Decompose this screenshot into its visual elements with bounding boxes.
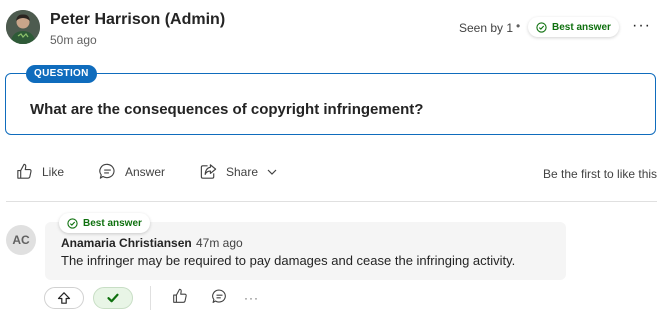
question-title: What are the consequences of copyright i… <box>30 101 424 118</box>
comment-icon <box>99 163 115 179</box>
reply-answer-button[interactable] <box>211 288 228 310</box>
best-answer-badge[interactable]: Best answer <box>528 17 619 37</box>
seen-separator: • <box>516 19 521 33</box>
answer-more-icon[interactable]: ··· <box>244 291 259 305</box>
author-avatar[interactable] <box>6 10 40 44</box>
post-author-name[interactable]: Peter Harrison (Admin) <box>50 11 225 29</box>
post-timestamp: 50m ago <box>50 33 97 47</box>
answer-body: The infringer may be required to pay dam… <box>61 253 516 268</box>
answer-author-avatar[interactable]: AC <box>6 225 36 255</box>
divider <box>6 201 657 202</box>
thumbs-up-icon <box>173 288 187 303</box>
answer-author-name[interactable]: Anamaria Christiansen <box>61 236 192 250</box>
chevron-down-icon <box>267 169 277 175</box>
answer-best-answer-badge: Best answer <box>59 213 150 233</box>
answer-timestamp: 47m ago <box>196 236 243 250</box>
actions-separator <box>150 286 151 310</box>
question-tag: QUESTION <box>26 65 97 83</box>
share-button[interactable]: Share <box>199 162 278 181</box>
answer-button[interactable]: Answer <box>98 162 165 181</box>
seen-by-count[interactable]: Seen by 1 <box>459 21 513 35</box>
answer-label: Answer <box>125 164 166 179</box>
arrow-up-icon <box>57 292 71 304</box>
answer-badge-label: Best answer <box>83 217 142 229</box>
mark-best-answer-button[interactable] <box>93 287 133 309</box>
first-like-prompt: Be the first to like this <box>543 167 658 181</box>
best-answer-label: Best answer <box>552 21 611 33</box>
more-options-icon[interactable]: ··· <box>632 17 651 35</box>
upvote-button[interactable] <box>44 287 84 309</box>
check-circle-icon <box>536 21 547 33</box>
share-icon <box>200 164 217 179</box>
like-label: Like <box>42 164 65 179</box>
checkmark-icon <box>107 293 119 303</box>
thumbs-up-icon <box>17 163 32 179</box>
check-circle-icon <box>67 217 78 229</box>
like-button[interactable]: Like <box>15 162 64 181</box>
comment-icon <box>212 289 226 304</box>
share-label: Share <box>226 164 259 179</box>
like-answer-button[interactable] <box>171 287 189 310</box>
